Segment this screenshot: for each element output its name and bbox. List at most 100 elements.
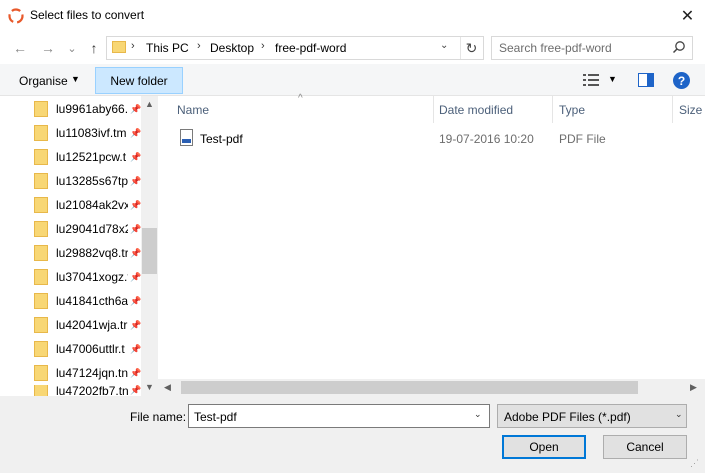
pin-icon: 📌 <box>130 295 142 306</box>
folder-icon <box>34 341 48 357</box>
pin-icon: 📌 <box>130 127 142 138</box>
sidebar-item[interactable]: lu21084ak2vx 📌 <box>34 193 142 217</box>
sidebar-item[interactable]: lu47006uttlr.t 📌 <box>34 337 142 361</box>
folder-icon <box>34 125 48 141</box>
scroll-right-arrow[interactable]: ▶ <box>690 382 697 393</box>
folder-icon <box>34 317 48 333</box>
file-type-cell: PDF File <box>559 132 606 146</box>
file-type-value[interactable]: Adobe PDF Files (*.pdf) <box>504 410 631 424</box>
chevron-down-icon[interactable]: ⌄ <box>675 409 683 420</box>
pin-icon: 📌 <box>130 271 142 282</box>
sidebar-item[interactable]: lu29041d78x2 📌 <box>34 217 142 241</box>
file-name-cell[interactable]: Test-pdf <box>200 132 243 146</box>
search-placeholder: Search free-pdf-word <box>499 41 612 55</box>
folder-icon <box>34 221 48 237</box>
organise-menu-button[interactable]: Organise <box>19 74 68 88</box>
column-header-name[interactable]: Name <box>177 103 209 117</box>
chevron-down-icon[interactable]: ⌄ <box>474 409 482 420</box>
address-dropdown-button[interactable]: ⌄ <box>440 40 448 51</box>
pin-icon: 📌 <box>130 319 142 330</box>
chevron-down-icon[interactable]: ▼ <box>608 74 617 84</box>
sidebar-item-label: lu29882vq8.tr <box>56 246 128 260</box>
app-logo-icon <box>8 8 24 24</box>
column-header-type[interactable]: Type <box>559 103 585 117</box>
pin-icon: 📌 <box>130 343 142 354</box>
pin-icon: 📌 <box>130 247 142 258</box>
sidebar-item[interactable]: lu9961aby66.t 📌 <box>34 97 142 121</box>
pdf-badge <box>182 139 191 143</box>
file-name-value[interactable]: Test-pdf <box>194 410 237 424</box>
sidebar-item[interactable]: lu42041wja.tr 📌 <box>34 313 142 337</box>
cancel-button[interactable]: Cancel <box>603 435 687 459</box>
pin-icon: 📌 <box>130 199 142 210</box>
column-header-date-modified[interactable]: Date modified <box>439 103 513 117</box>
pin-icon: 📌 <box>130 151 142 162</box>
help-icon[interactable]: ? <box>673 72 690 89</box>
folder-icon <box>34 365 48 381</box>
resize-grip-icon[interactable]: ⋰ <box>690 458 699 469</box>
new-folder-button[interactable]: New folder <box>95 67 183 94</box>
sidebar-item[interactable]: lu47202fb7.tn 📌 <box>34 385 142 396</box>
scroll-up-arrow[interactable]: ▲ <box>145 99 154 109</box>
column-divider[interactable] <box>433 96 434 123</box>
breadcrumb-separator: › <box>261 40 265 52</box>
window-title: Select files to convert <box>30 8 145 22</box>
sidebar-item-label: lu47006uttlr.t <box>56 342 125 356</box>
column-divider[interactable] <box>552 96 553 123</box>
sidebar-item[interactable]: lu41841cth6a 📌 <box>34 289 142 313</box>
pin-icon: 📌 <box>130 103 142 114</box>
sidebar-item-label: lu37041xogz.t <box>56 270 128 284</box>
file-row[interactable] <box>172 126 692 150</box>
folder-icon <box>34 385 48 396</box>
folder-icon <box>34 173 48 189</box>
sidebar-item[interactable]: lu37041xogz.t 📌 <box>34 265 142 289</box>
folder-icon <box>34 269 48 285</box>
sidebar-item-label: lu47202fb7.tn <box>56 385 128 396</box>
close-button[interactable]: ✕ <box>670 0 705 32</box>
forward-button[interactable]: → <box>38 38 58 58</box>
open-button[interactable]: Open <box>502 435 586 459</box>
pin-icon: 📌 <box>130 385 142 395</box>
sidebar-item[interactable]: lu47124jqn.tn 📌 <box>34 361 142 385</box>
sort-ascending-icon: ^ <box>298 93 303 104</box>
sidebar-item-label: lu42041wja.tr <box>56 318 128 332</box>
folder-icon <box>34 293 48 309</box>
sidebar-item[interactable]: lu11083ivf.tm 📌 <box>34 121 142 145</box>
column-divider[interactable] <box>672 96 673 123</box>
pin-icon: 📌 <box>130 175 142 186</box>
view-options-icon[interactable] <box>583 74 599 86</box>
search-icon[interactable] <box>672 40 686 54</box>
scrollbar-thumb[interactable] <box>142 228 157 274</box>
folder-icon <box>34 149 48 165</box>
sidebar-item-label: lu11083ivf.tm <box>56 126 127 140</box>
back-button[interactable]: ← <box>10 38 30 58</box>
breadcrumb-desktop[interactable]: Desktop <box>210 41 254 55</box>
sidebar-item[interactable]: lu13285s67tp. 📌 <box>34 169 142 193</box>
sidebar-item-label: lu9961aby66.t <box>56 102 128 116</box>
sidebar-item[interactable]: lu12521pcw.t 📌 <box>34 145 142 169</box>
sidebar-item-label: lu13285s67tp. <box>56 174 128 188</box>
breadcrumb-separator: › <box>197 40 201 52</box>
preview-pane-icon[interactable] <box>638 73 654 87</box>
folder-icon <box>34 245 48 261</box>
pin-icon: 📌 <box>130 367 142 378</box>
scrollbar-thumb[interactable] <box>181 381 638 394</box>
scroll-down-arrow[interactable]: ▼ <box>145 382 154 392</box>
pin-icon: 📌 <box>130 223 142 234</box>
pdf-file-icon <box>180 129 193 146</box>
column-header-size[interactable]: Size <box>679 103 702 117</box>
sidebar-item-label: lu41841cth6a <box>56 294 128 308</box>
breadcrumb-this-pc[interactable]: This PC <box>146 41 189 55</box>
sidebar-item-label: lu29041d78x2 <box>56 222 128 236</box>
sidebar-item-label: lu21084ak2vx <box>56 198 128 212</box>
breadcrumb-free-pdf-word[interactable]: free-pdf-word <box>275 41 346 55</box>
breadcrumb-separator: › <box>131 40 135 52</box>
refresh-button[interactable]: ↻ <box>460 37 482 59</box>
up-button[interactable]: ↑ <box>84 38 104 58</box>
sidebar-item[interactable]: lu29882vq8.tr 📌 <box>34 241 142 265</box>
recent-locations-button[interactable]: ⌄ <box>62 38 82 58</box>
file-date-cell: 19-07-2016 10:20 <box>439 132 534 146</box>
scroll-left-arrow[interactable]: ◀ <box>164 382 171 393</box>
folder-icon <box>34 101 48 117</box>
file-name-label: File name: <box>130 410 187 424</box>
